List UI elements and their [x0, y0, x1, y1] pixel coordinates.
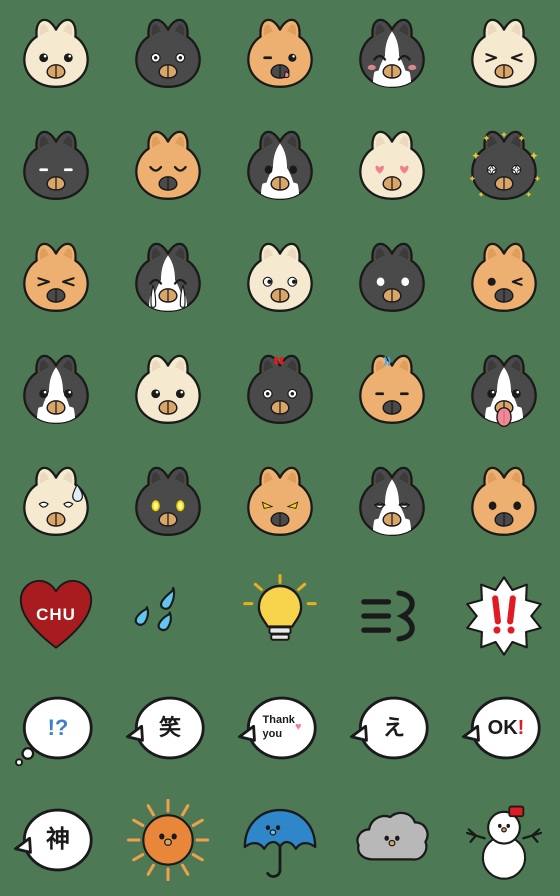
sticker-cell-dog-cream-heart-eyes[interactable] — [336, 112, 448, 224]
umbrella-with-face-icon — [241, 801, 319, 879]
dog-gray-glowing-eyes-icon — [129, 465, 207, 543]
sticker-cell-dog-boston-crying[interactable] — [112, 224, 224, 336]
sticker-cell-snowman-red-hat[interactable] — [448, 784, 560, 896]
dog-tan-annoyed-icon — [465, 241, 543, 319]
sticker-cell-cloud-with-face[interactable] — [336, 784, 448, 896]
sticker-cell-dog-cream-squint[interactable] — [448, 0, 560, 112]
sticker-cell-swoosh-dash-lines[interactable] — [336, 560, 448, 672]
sticker-cell-dog-gray-angry-mark[interactable] — [224, 336, 336, 448]
heart-chu-icon: CHU — [17, 577, 95, 655]
sticker-cell-dog-tan-smirk[interactable] — [224, 0, 336, 112]
bubble-thank-you-icon: Thank you ♥ — [238, 689, 319, 767]
sun-with-face-icon — [126, 798, 210, 882]
sticker-cell-bubble-kami[interactable]: 神 — [0, 784, 112, 896]
sticker-cell-dog-boston-half-lidded[interactable] — [336, 448, 448, 560]
dog-tan-smirk-icon — [241, 17, 319, 95]
dog-tan-fierce-eyes-icon — [241, 465, 319, 543]
sticker-cell-bubble-warau[interactable]: 笑 — [112, 672, 224, 784]
sticker-cell-dog-boston-tongue-out[interactable] — [448, 336, 560, 448]
sticker-cell-bubble-thank-you[interactable]: Thank you ♥ — [224, 672, 336, 784]
sticker-cell-sun-with-face[interactable] — [112, 784, 224, 896]
dog-boston-happy-blush-icon — [353, 17, 431, 95]
sticker-cell-bubble-e[interactable]: え — [336, 672, 448, 784]
dog-boston-crying-icon — [129, 241, 207, 319]
dog-cream-heart-eyes-icon — [353, 129, 431, 207]
sticker-cell-dog-tan-fierce-eyes[interactable] — [224, 448, 336, 560]
sticker-cell-lightbulb-idea[interactable] — [224, 560, 336, 672]
sticker-cell-burst-double-exclaim[interactable] — [448, 560, 560, 672]
sticker-cell-dog-gray-sparkle-eyes[interactable] — [448, 112, 560, 224]
sticker-cell-heart-chu[interactable]: CHU — [0, 560, 112, 672]
bubble-kami-icon: 神 — [14, 801, 95, 879]
dog-gray-flat-eyes-icon — [17, 129, 95, 207]
dog-cream-looking-right-icon — [241, 241, 319, 319]
sticker-cell-dog-tan-annoyed[interactable] — [448, 224, 560, 336]
emoji-sticker-grid: CHU!? 笑 Thank you ♥ え OK! 神 — [0, 0, 560, 896]
dog-gray-neutral-icon — [129, 17, 207, 95]
sticker-cell-dog-boston-happy-blush[interactable] — [336, 0, 448, 112]
swoosh-dash-lines-icon — [353, 577, 431, 655]
dog-cream-neutral-icon — [17, 17, 95, 95]
sticker-cell-sweat-drops[interactable] — [112, 560, 224, 672]
sticker-cell-dog-boston-side-glance[interactable] — [224, 112, 336, 224]
dog-tan-confused-icon — [465, 465, 543, 543]
dog-gray-angry-mark-icon — [241, 353, 319, 431]
dog-cream-sweatdrop-icon — [17, 465, 95, 543]
lightbulb-idea-icon — [241, 574, 319, 655]
sticker-cell-dog-cream-plain[interactable] — [112, 336, 224, 448]
bubble-interrobang-icon: !? — [15, 689, 95, 767]
sticker-cell-dog-gray-side-eye[interactable] — [336, 224, 448, 336]
sticker-cell-dog-tan-confused[interactable] — [448, 448, 560, 560]
sticker-cell-dog-cream-looking-right[interactable] — [224, 224, 336, 336]
sticker-cell-dog-tan-sleepy[interactable] — [112, 112, 224, 224]
dog-gray-sparkle-eyes-icon — [465, 129, 543, 207]
dog-gray-side-eye-icon — [353, 241, 431, 319]
dog-tan-sweat-mark-icon — [353, 353, 431, 431]
cloud-with-face-icon — [353, 801, 431, 879]
sticker-cell-dog-cream-neutral[interactable] — [0, 0, 112, 112]
bubble-ok-icon: OK! — [462, 689, 543, 767]
sweat-drops-icon — [129, 577, 207, 655]
bubble-e-icon: え — [350, 689, 431, 767]
sticker-cell-bubble-interrobang[interactable]: !? — [0, 672, 112, 784]
snowman-red-hat-icon — [465, 801, 543, 880]
sticker-cell-umbrella-with-face[interactable] — [224, 784, 336, 896]
burst-double-exclaim-icon — [465, 576, 543, 656]
sticker-cell-bubble-ok[interactable]: OK! — [448, 672, 560, 784]
sticker-cell-dog-tan-sweat-mark[interactable] — [336, 336, 448, 448]
dog-boston-side-glance-icon — [241, 129, 319, 207]
dog-cream-plain-icon — [129, 353, 207, 431]
sticker-cell-dog-gray-flat-eyes[interactable] — [0, 112, 112, 224]
dog-boston-half-lidded-icon — [353, 465, 431, 543]
sticker-cell-dog-gray-glowing-eyes[interactable] — [112, 448, 224, 560]
bubble-warau-icon: 笑 — [126, 689, 207, 767]
sticker-cell-dog-cream-sweatdrop[interactable] — [0, 448, 112, 560]
dog-tan-grimace-icon — [17, 241, 95, 319]
sticker-cell-dog-tan-grimace[interactable] — [0, 224, 112, 336]
sticker-cell-dog-gray-neutral[interactable] — [112, 0, 224, 112]
dog-boston-plain-icon — [17, 353, 95, 431]
dog-boston-tongue-out-icon — [465, 353, 543, 431]
dog-cream-squint-icon — [465, 17, 543, 95]
dog-tan-sleepy-icon — [129, 129, 207, 207]
sticker-cell-dog-boston-plain[interactable] — [0, 336, 112, 448]
